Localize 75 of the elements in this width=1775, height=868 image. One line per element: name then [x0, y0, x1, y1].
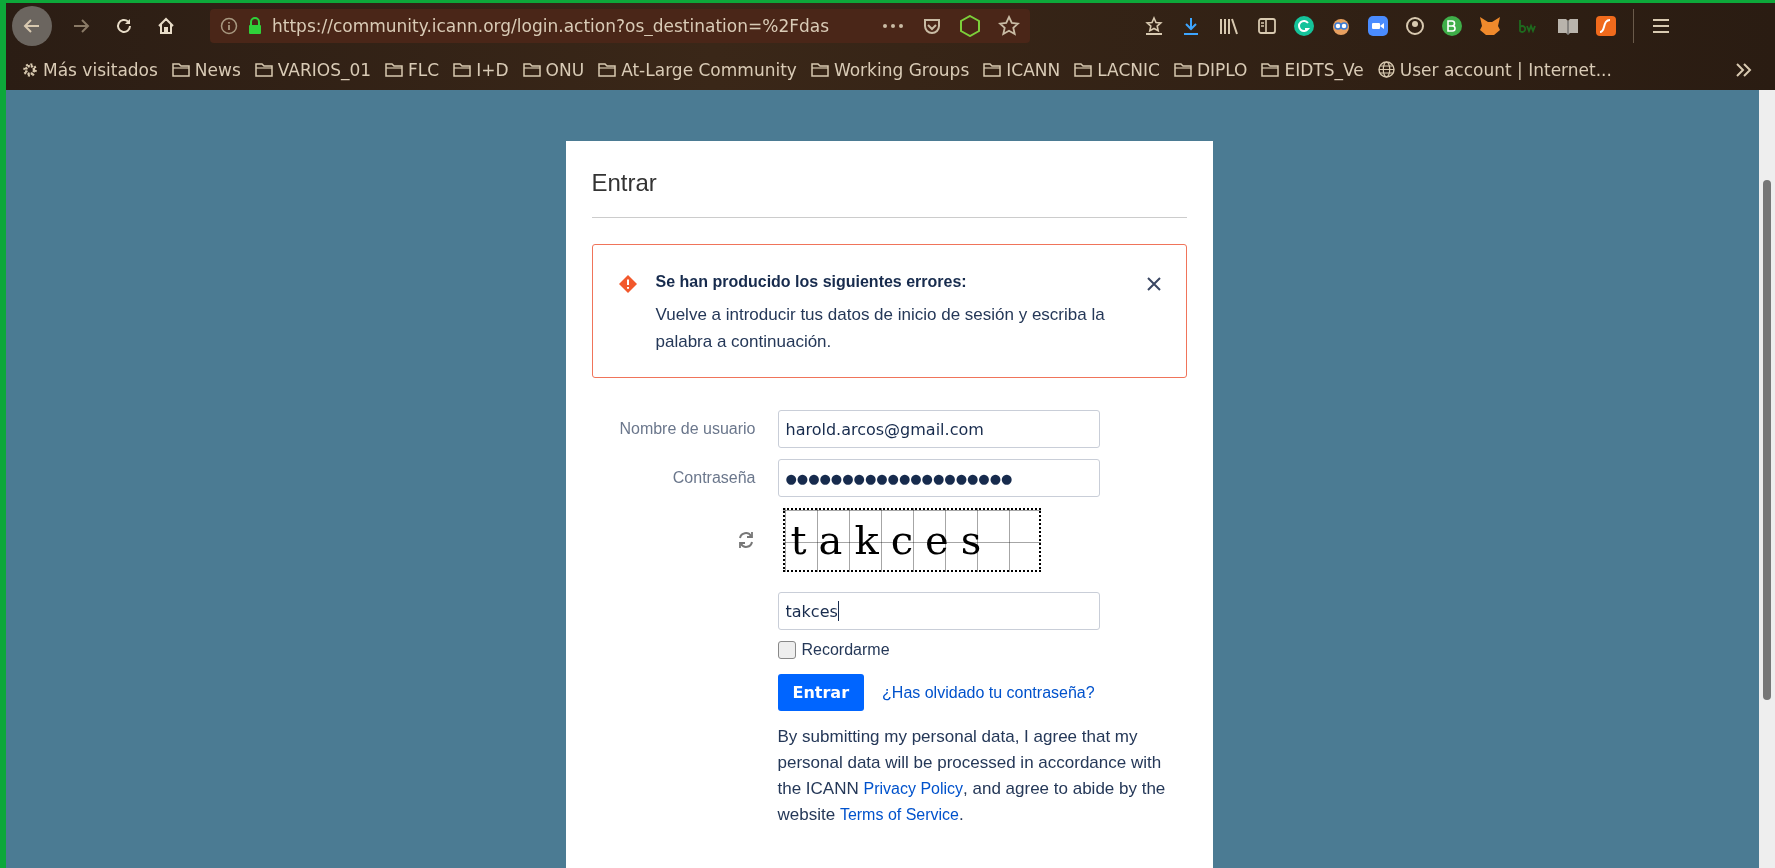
- sidebar-icon[interactable]: [1257, 16, 1277, 36]
- back-button[interactable]: [12, 6, 52, 46]
- b-plus-icon[interactable]: [1442, 16, 1462, 36]
- bookmark-label: ICANN: [1006, 59, 1061, 80]
- account-icon[interactable]: [1405, 16, 1425, 36]
- password-label: Contraseña: [671, 469, 756, 488]
- address-bar[interactable]: https://community.icann.org/login.action?os_destination=%2Fdas: [210, 9, 1030, 43]
- login-title: Entrar: [591, 141, 1187, 218]
- pocket-icon[interactable]: [922, 16, 942, 36]
- bookmark-item[interactable]: ONU: [522, 59, 585, 80]
- bookmark-item[interactable]: News: [171, 59, 241, 80]
- reload-icon[interactable]: [114, 16, 134, 36]
- folder-icon: [598, 62, 617, 77]
- captcha-image: takces: [782, 508, 1041, 573]
- book-icon[interactable]: [1557, 16, 1579, 36]
- folder-icon: [810, 62, 829, 77]
- bookmark-label: LACNIC: [1097, 59, 1160, 80]
- password-field[interactable]: ●●●●●●●●●●●●●●●●●●●●: [777, 459, 1100, 498]
- folder-icon: [522, 62, 541, 77]
- bookmark-label: Más visitados: [43, 59, 158, 80]
- remember-label: Recordarme: [801, 641, 890, 660]
- folder-icon: [1074, 62, 1093, 77]
- folder-icon: [254, 62, 273, 77]
- terms-link[interactable]: Terms of Service: [839, 806, 959, 824]
- captcha-answer-field[interactable]: takces: [777, 592, 1100, 631]
- bookmark-label: News: [194, 59, 241, 80]
- chevron-icon[interactable]: [1735, 61, 1753, 78]
- menu-icon[interactable]: [1651, 17, 1671, 35]
- submit-button[interactable]: Entrar: [777, 674, 865, 712]
- folder-icon: [453, 62, 472, 77]
- info-icon: [220, 17, 238, 35]
- warning-icon: [618, 275, 637, 293]
- hexagon-icon[interactable]: [960, 15, 980, 37]
- bookmark-item[interactable]: FLC: [385, 59, 440, 80]
- download-icon[interactable]: [1181, 16, 1201, 36]
- username-field[interactable]: harold.arcos@gmail.com: [777, 410, 1100, 449]
- folder-icon: [171, 62, 190, 77]
- bookmark-label: VARIOS_01: [277, 59, 372, 80]
- bookmark-label: FLC: [408, 59, 440, 80]
- bookmark-item[interactable]: Más visitados: [22, 59, 158, 80]
- more-icon[interactable]: [882, 23, 904, 29]
- error-heading: Se han producido los siguientes errores:: [655, 273, 968, 291]
- bookmark-item[interactable]: I+D: [453, 59, 509, 80]
- folder-icon: [983, 62, 1002, 77]
- bookmark-label: I+D: [476, 59, 509, 80]
- bookmark-item[interactable]: DIPLO: [1173, 59, 1248, 80]
- g-circle-icon[interactable]: [1294, 16, 1314, 36]
- bookmark-label: ONU: [545, 59, 585, 80]
- scrollbar[interactable]: [1759, 90, 1775, 868]
- video-camera-icon[interactable]: [1368, 16, 1388, 36]
- star-icon[interactable]: [998, 15, 1020, 37]
- bookmark-label: EIDTS_Ve: [1284, 59, 1364, 80]
- glasses-face-icon[interactable]: [1331, 16, 1351, 36]
- disclaimer-text: By submitting my personal data, I agree that my personal data will be processed in accordance with the ICANN Privacy Policy, and agree to abide by the website Terms of Service.: [777, 726, 1167, 827]
- username-label: Nombre de usuario: [618, 420, 756, 439]
- error-message: Vuelve a introducir tus datos de inicio de sesión y escriba la palabra a continuación.: [655, 304, 1106, 354]
- lock-icon: [247, 17, 263, 35]
- folder-icon: [385, 62, 404, 77]
- bookmark-item[interactable]: ICANN: [983, 59, 1061, 80]
- folder-icon: [1173, 62, 1192, 77]
- library-icon[interactable]: [1218, 16, 1240, 36]
- flash-icon[interactable]: [1596, 16, 1616, 36]
- privacy-policy-link[interactable]: Privacy Policy: [863, 780, 964, 798]
- bookmark-item[interactable]: EIDTS_Ve: [1261, 59, 1364, 80]
- home-icon[interactable]: [156, 16, 176, 36]
- bookmark-item[interactable]: VARIOS_01: [254, 59, 372, 80]
- star-tray-icon[interactable]: [1144, 16, 1164, 36]
- folder-icon: [1261, 62, 1280, 77]
- forgot-password-link[interactable]: ¿Has olvidado tu contraseña?: [882, 683, 1095, 702]
- globe-icon: [1377, 61, 1395, 78]
- bookmark-item[interactable]: LACNIC: [1074, 59, 1160, 80]
- remember-checkbox[interactable]: [777, 641, 796, 660]
- url-text: https://community.icann.org/login.action?os_destination=%2Fdas: [272, 16, 831, 36]
- bookmark-label: DIPLO: [1196, 59, 1248, 80]
- fox-icon[interactable]: [1479, 16, 1501, 36]
